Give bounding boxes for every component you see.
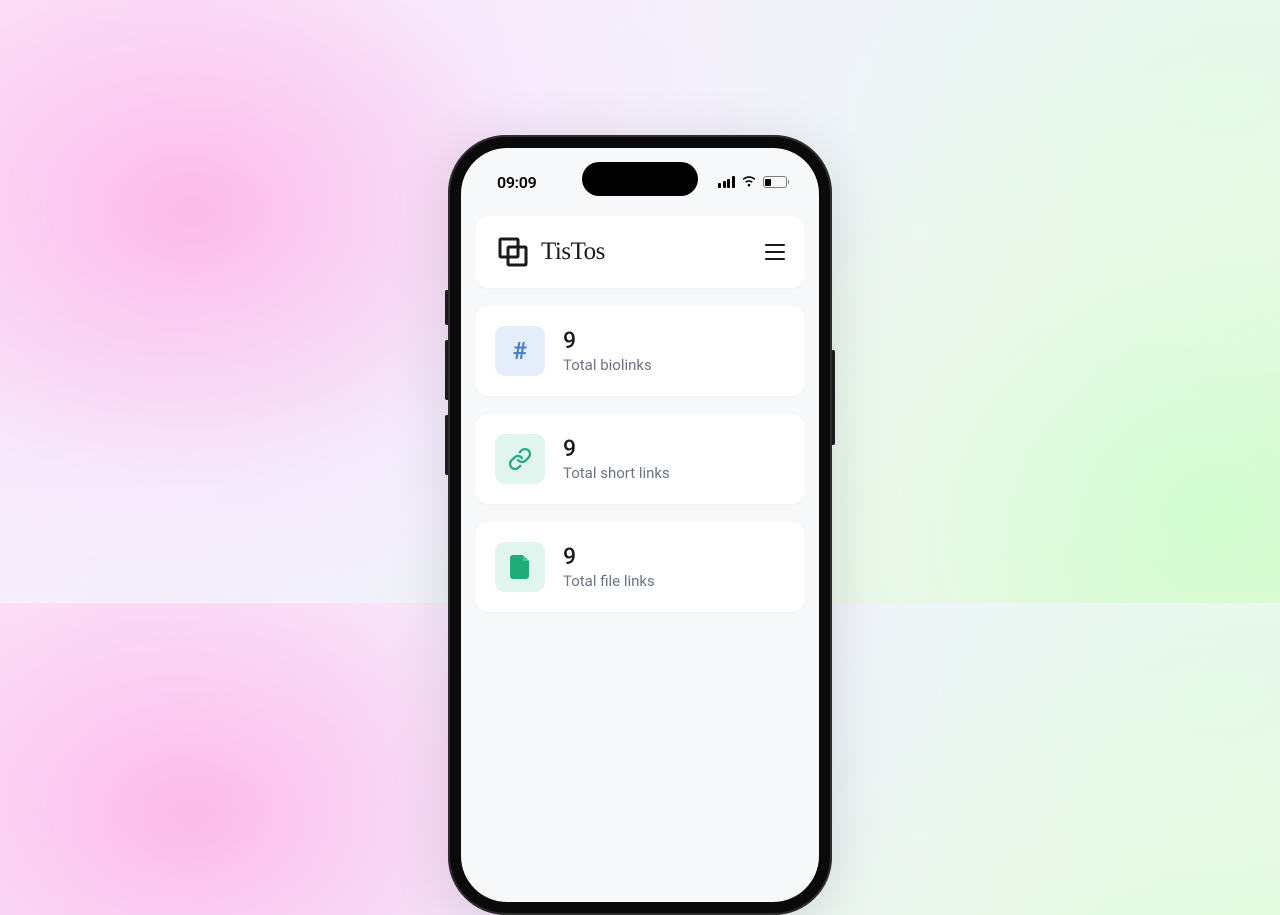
hamburger-icon: [765, 244, 785, 246]
phone-frame: 09:09: [448, 135, 832, 915]
status-icons: [718, 176, 789, 188]
app-content: TisTos # 9 Total biolinks: [461, 198, 819, 612]
file-icon: [510, 555, 530, 579]
phone-screen: 09:09: [461, 148, 819, 902]
stat-icon-box: [495, 434, 545, 484]
link-icon: [508, 447, 532, 471]
stat-text: 9 Total biolinks: [563, 328, 652, 373]
stat-label: Total short links: [563, 464, 670, 482]
battery-icon: [763, 176, 790, 188]
logo-text: TisTos: [541, 238, 605, 266]
stat-text: 9 Total file links: [563, 544, 655, 589]
logo-icon: [495, 234, 531, 270]
stat-card-filelinks[interactable]: 9 Total file links: [475, 522, 805, 612]
hash-icon: #: [513, 337, 527, 365]
stat-label: Total file links: [563, 572, 655, 590]
status-time: 09:09: [497, 173, 536, 192]
side-button: [445, 290, 448, 325]
stat-label: Total biolinks: [563, 356, 652, 374]
volume-up-button: [445, 340, 448, 400]
logo-section[interactable]: TisTos: [495, 234, 605, 270]
stat-value: 9: [563, 436, 670, 461]
stat-text: 9 Total short links: [563, 436, 670, 481]
wifi-icon: [741, 176, 757, 188]
stat-value: 9: [563, 328, 652, 353]
menu-button[interactable]: [765, 244, 785, 260]
stat-icon-box: #: [495, 326, 545, 376]
stat-card-shortlinks[interactable]: 9 Total short links: [475, 414, 805, 504]
stat-icon-box: [495, 542, 545, 592]
volume-down-button: [445, 415, 448, 475]
stat-card-biolinks[interactable]: # 9 Total biolinks: [475, 306, 805, 396]
dynamic-island: [582, 162, 698, 196]
signal-icon: [718, 176, 735, 188]
app-header: TisTos: [475, 216, 805, 288]
stat-value: 9: [563, 544, 655, 569]
power-button: [832, 350, 835, 445]
